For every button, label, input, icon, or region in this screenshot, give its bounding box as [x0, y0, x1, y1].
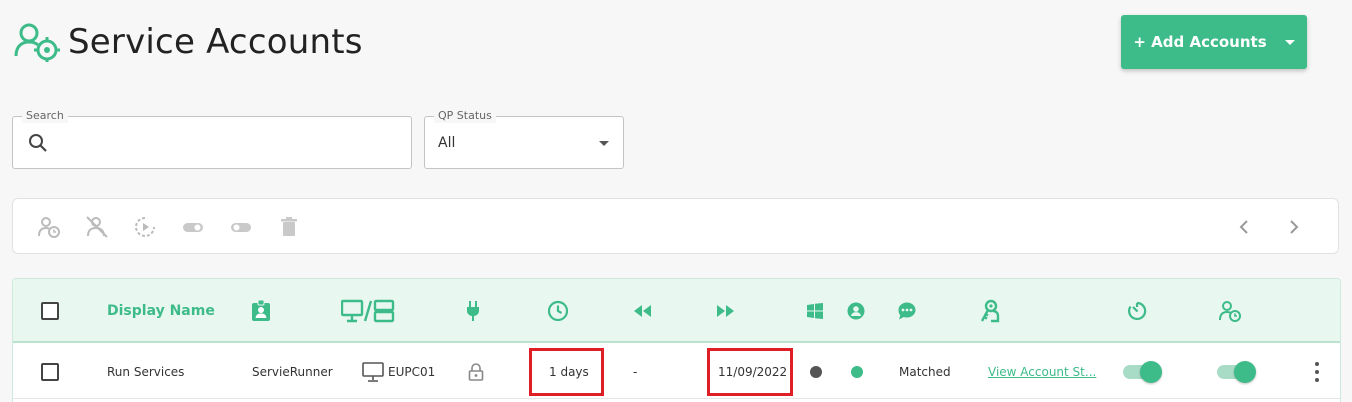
page-title: Service Accounts	[68, 22, 363, 62]
row-select-cell	[41, 345, 59, 399]
previous-cell: -	[633, 365, 638, 379]
col-comment[interactable]	[897, 279, 917, 343]
monitor-server-icon	[341, 299, 395, 323]
col-display-name-label: Display Name	[107, 303, 215, 319]
page-header: Service Accounts	[14, 22, 363, 62]
bulk-action-toolbar	[12, 198, 1339, 254]
col-display-name[interactable]: Display Name	[107, 279, 215, 343]
display-name-cell: Run Services	[107, 365, 185, 379]
col-host[interactable]	[341, 279, 395, 343]
status-cell: Matched	[899, 365, 951, 379]
search-field[interactable]: Search	[12, 109, 412, 169]
search-icon	[29, 134, 47, 152]
monitor-icon	[362, 362, 384, 382]
caret-down-icon	[1284, 39, 1295, 45]
col-previous[interactable]	[632, 279, 652, 343]
col-keys[interactable]	[979, 279, 1001, 343]
col-plug[interactable]	[465, 279, 481, 343]
fast-forward-icon	[717, 305, 734, 317]
windows-icon	[807, 303, 823, 319]
timer-icon	[1128, 301, 1147, 321]
user-circle-icon	[847, 302, 865, 320]
caret-down-icon	[599, 141, 609, 146]
account-cell: ServieRunner	[252, 365, 333, 379]
timer-toggle[interactable]	[1123, 361, 1162, 383]
qp-status-value: All	[438, 135, 456, 151]
chevron-left-icon[interactable]	[1235, 217, 1255, 237]
col-os[interactable]	[807, 279, 823, 343]
chat-icon	[898, 302, 916, 320]
add-accounts-button[interactable]: + Add Accounts	[1121, 15, 1307, 69]
view-account-link[interactable]: View Account St...	[988, 365, 1096, 379]
toggle-off-icon[interactable]	[229, 215, 253, 239]
accounts-table: Display Name Run Services ServieRunner E…	[12, 278, 1341, 402]
link-cell: View Account St...	[988, 345, 1096, 399]
os-status-cell	[810, 345, 822, 399]
next-cell: 11/09/2022	[718, 365, 788, 379]
refresh-timer-icon[interactable]	[133, 215, 157, 239]
plug-icon	[467, 301, 479, 321]
table-header: Display Name	[13, 279, 1340, 343]
toggle-knob	[1140, 361, 1162, 383]
key-person-icon	[980, 299, 1000, 323]
user-status-dot	[851, 366, 863, 378]
user-clock-icon	[1219, 301, 1241, 322]
id-badge-icon	[252, 300, 270, 321]
trash-icon[interactable]	[277, 215, 301, 239]
chevron-right-icon[interactable]	[1283, 217, 1303, 237]
col-age[interactable]	[547, 279, 569, 343]
col-account[interactable]	[251, 279, 271, 343]
col-timer[interactable]	[1127, 279, 1147, 343]
age-cell: 1 days	[549, 365, 589, 379]
select-all-checkbox[interactable]	[41, 302, 59, 320]
host-cell: EUPC01	[362, 345, 435, 399]
rewind-icon	[634, 305, 651, 317]
qp-status-label: QP Status	[434, 109, 496, 123]
col-user-clock[interactable]	[1219, 279, 1241, 343]
user-off-icon[interactable]	[85, 215, 109, 239]
host-name: EUPC01	[388, 365, 436, 379]
toggle-knob	[1234, 361, 1256, 383]
user-status-cell	[851, 345, 863, 399]
qp-status-select[interactable]: QP Status All	[424, 109, 624, 169]
col-user[interactable]	[847, 279, 865, 343]
lock-cell	[468, 345, 484, 399]
toggle-off-icon[interactable]	[181, 215, 205, 239]
user-clock-toggle[interactable]	[1217, 361, 1256, 383]
search-label: Search	[22, 109, 68, 123]
add-accounts-label: + Add Accounts	[1133, 33, 1267, 51]
col-next[interactable]	[716, 279, 736, 343]
clock-icon	[547, 300, 569, 322]
search-input[interactable]	[61, 127, 401, 159]
user-clock-icon[interactable]	[37, 215, 61, 239]
row-checkbox[interactable]	[41, 363, 59, 381]
lock-icon	[468, 363, 484, 381]
more-options-icon[interactable]	[1314, 362, 1320, 382]
table-row[interactable]: Run Services ServieRunner EUPC01 1 days …	[13, 345, 1340, 399]
select-all-cell	[41, 279, 59, 343]
os-status-dot	[810, 366, 822, 378]
user-gear-icon	[14, 23, 60, 62]
